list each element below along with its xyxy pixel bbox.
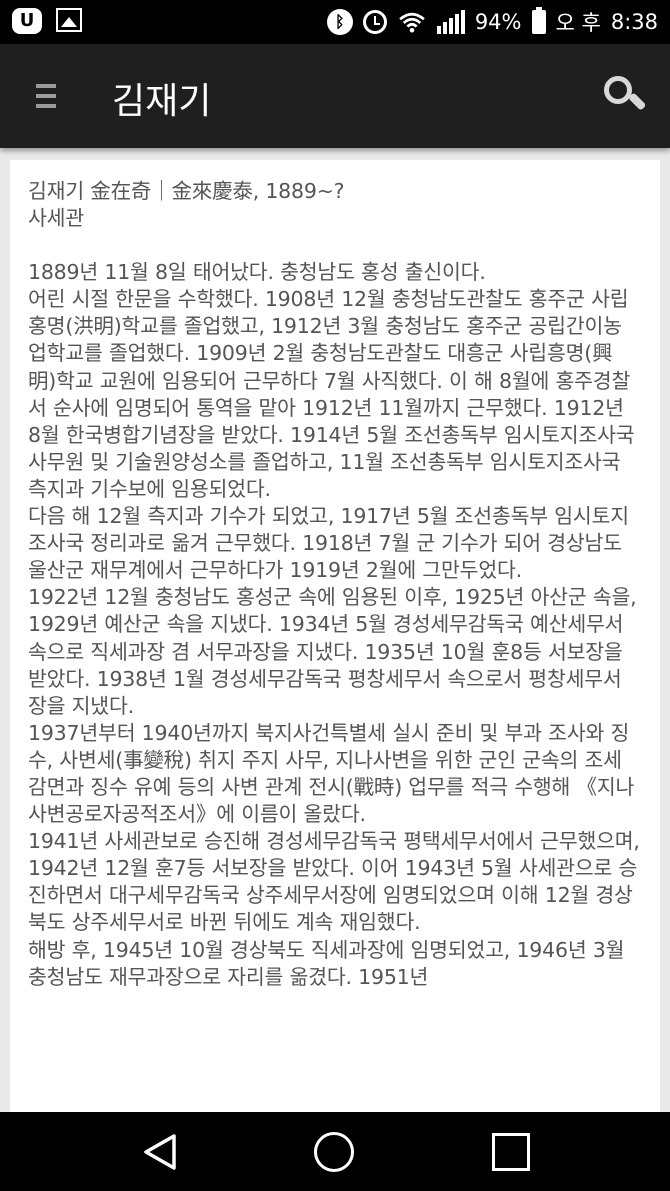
- clock: 8:38: [610, 10, 658, 34]
- menu-icon[interactable]: [36, 84, 56, 110]
- alarm-icon: [362, 10, 387, 34]
- battery-percent: 94%: [474, 10, 522, 34]
- status-right: ᛒ 94% 오 후 8:38: [326, 0, 658, 44]
- signal-icon: [436, 10, 465, 34]
- status-bar: U ᛒ 94% 오 후 8:38: [0, 0, 670, 44]
- article-paragraph: 다음 해 12월 측지과 기수가 되었고, 1917년 5월 조선총독부 임시토…: [28, 504, 629, 583]
- navigation-bar: [0, 1112, 670, 1191]
- article-heading: 김재기 金在奇｜金來慶泰, 1889~?: [28, 179, 345, 203]
- article-paragraph: 1937년부터 1940년까지 북지사건특별세 실시 준비 및 부과 조사와 징…: [28, 720, 635, 827]
- article-content[interactable]: 김재기 金在奇｜金來慶泰, 1889~? 사세관 1889년 11월 8일 태어…: [28, 178, 640, 991]
- search-icon[interactable]: [604, 76, 647, 118]
- ampm-label: 오 후: [555, 11, 601, 35]
- home-icon[interactable]: [314, 1132, 354, 1172]
- recent-apps-icon[interactable]: [492, 1133, 530, 1171]
- article-paragraph: 1922년 12월 충청남도 홍성군 속에 임용된 이후, 1925년 아산군 …: [28, 585, 643, 718]
- article-paragraph: 해방 후, 1945년 10월 경상북도 직세과장에 임명되었고, 1946년 …: [28, 937, 631, 989]
- bluetooth-icon: ᛒ: [326, 9, 353, 35]
- status-left: U: [12, 8, 82, 34]
- article-paragraph: 어린 시절 한문을 수학했다. 1908년 12월 충청남도관찰도 홍주군 사립…: [28, 287, 641, 501]
- wifi-icon: [399, 12, 425, 33]
- battery-icon: [531, 7, 546, 34]
- app-bar: 김재기: [0, 44, 670, 148]
- article-card: 김재기 金在奇｜金來慶泰, 1889~? 사세관 1889년 11월 8일 태어…: [10, 160, 660, 1120]
- gallery-icon: [56, 8, 82, 32]
- back-icon[interactable]: [140, 1132, 180, 1172]
- page-title: 김재기: [112, 81, 212, 122]
- article-subheading: 사세관: [28, 206, 84, 231]
- article-paragraph: 1941년 사세관보로 승진해 경성세무감독국 평택세무서에서 근무했으며, 1…: [28, 829, 647, 935]
- article-paragraph: 1889년 11월 8일 태어났다. 충청남도 홍성 출신이다.: [28, 260, 486, 285]
- u-plus-icon: U: [12, 8, 42, 34]
